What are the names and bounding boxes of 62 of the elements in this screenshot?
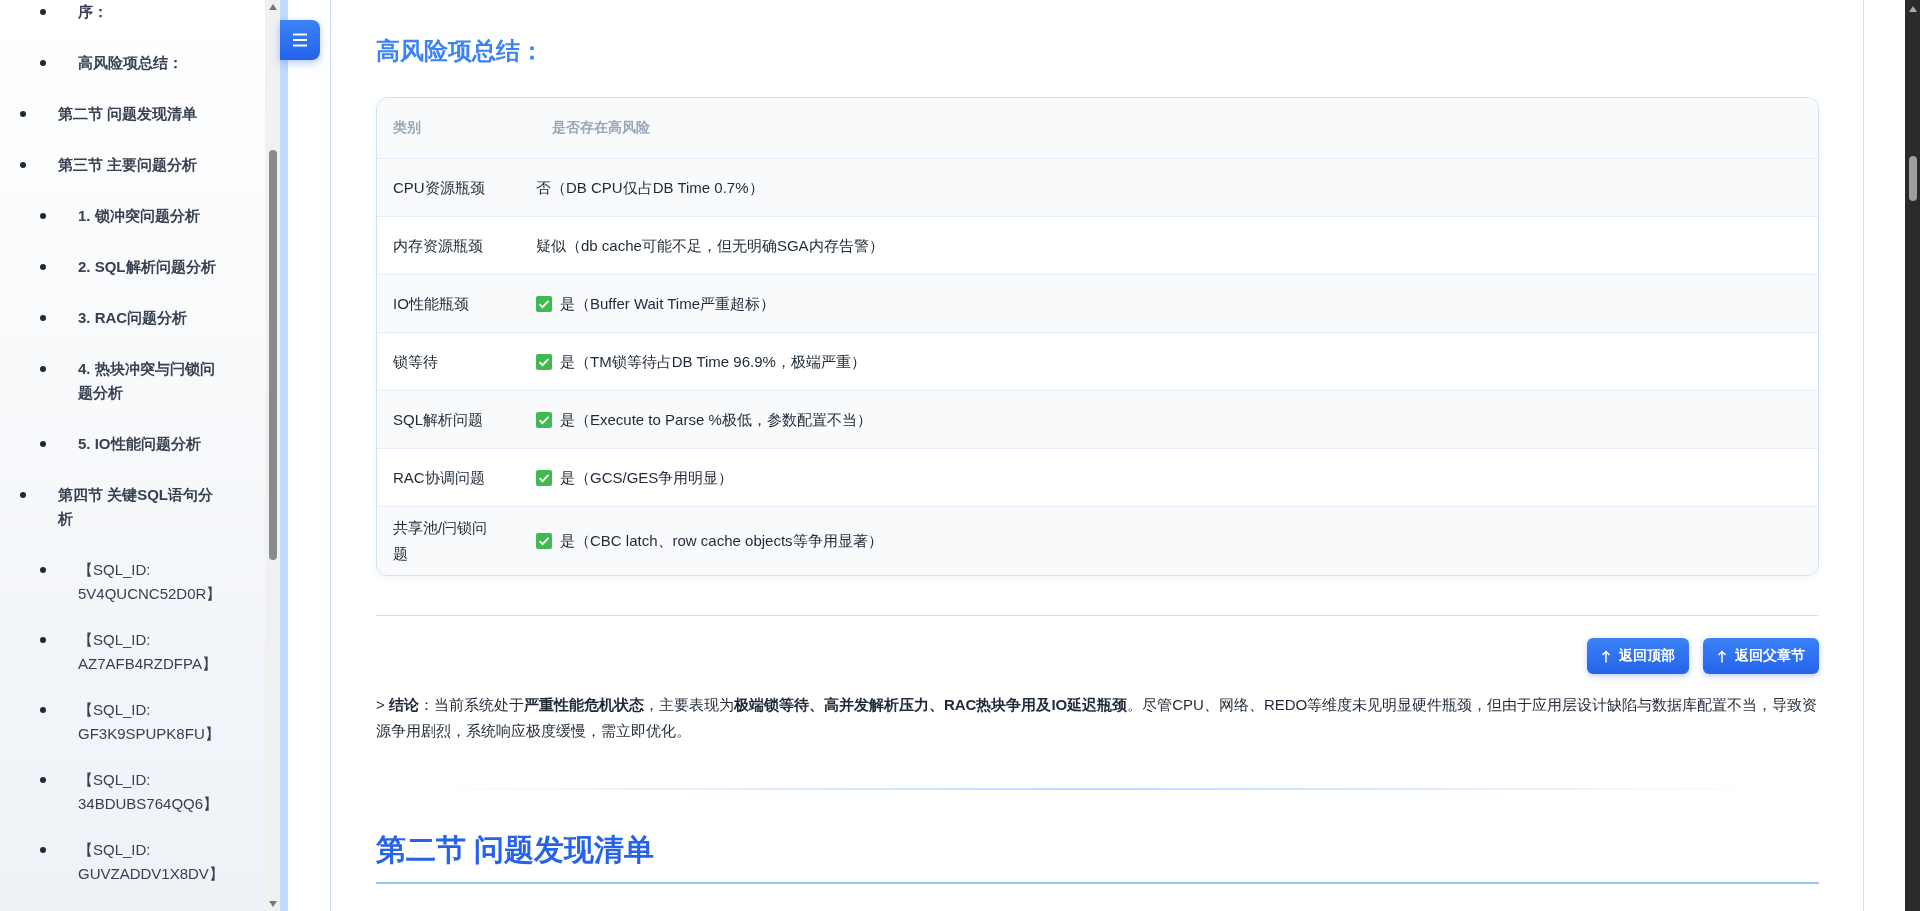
sidebar-link[interactable]: 序： bbox=[78, 0, 228, 24]
bullet-icon bbox=[20, 492, 26, 498]
menu-icon bbox=[292, 33, 308, 47]
table-cell-text: 否（DB CPU仅占DB Time 0.7%） bbox=[536, 177, 764, 198]
bullet-icon bbox=[40, 777, 46, 783]
sidebar-link[interactable]: 【SQL_ID: 5V4QUCNC52D0R】 bbox=[78, 558, 228, 606]
scroll-up-icon[interactable] bbox=[1908, 6, 1917, 12]
section-title: 第二节 问题发现清单 bbox=[376, 830, 1819, 884]
table-cell-text: 疑似（db cache可能不足，但无明确SGA内存告警） bbox=[536, 235, 884, 256]
bullet-icon bbox=[40, 315, 46, 321]
back-to-top-button[interactable]: 返回顶部 bbox=[1587, 638, 1689, 674]
column-header: 是否存在高风险 bbox=[551, 119, 651, 137]
table-cell-text: 内存资源瓶颈 bbox=[393, 235, 484, 256]
scrollbar[interactable] bbox=[265, 0, 280, 911]
table-cell-text: 是（Buffer Wait Time严重超标） bbox=[560, 293, 776, 314]
sidebar-link[interactable]: 2. SQL解析问题分析 bbox=[78, 255, 228, 279]
bullet-icon bbox=[40, 847, 46, 853]
menu-button[interactable] bbox=[280, 20, 320, 60]
bullet-icon bbox=[40, 637, 46, 643]
sidebar-link[interactable]: 4. 热块冲突与闩锁问题分析 bbox=[78, 357, 228, 405]
bullet-icon bbox=[40, 264, 46, 270]
sidebar-link[interactable]: 第三节 主要问题分析 bbox=[58, 153, 226, 177]
bullet-icon bbox=[40, 567, 46, 573]
table-cell-text: CPU资源瓶颈 bbox=[393, 177, 486, 198]
bullet-icon bbox=[40, 366, 46, 372]
table-cell-text: 是（Execute to Parse %极低，参数配置不当） bbox=[560, 409, 872, 430]
scrollbar-thumb[interactable] bbox=[1908, 156, 1917, 201]
sidebar-link[interactable]: 第四节 关键SQL语句分析 bbox=[58, 483, 226, 531]
sidebar-link[interactable]: 高风险项总结： bbox=[78, 51, 228, 75]
table-cell-text: RAC协调问题 bbox=[393, 467, 486, 488]
scroll-down-icon[interactable] bbox=[268, 901, 277, 907]
table-cell-text: 共享池/闩锁问题 bbox=[393, 518, 489, 564]
section-heading: 高风险项总结： bbox=[376, 36, 545, 66]
bullet-icon bbox=[40, 213, 46, 219]
sidebar-link[interactable]: 1. 锁冲突问题分析 bbox=[78, 204, 228, 228]
sidebar-link[interactable]: 第二节 问题发现清单 bbox=[58, 102, 226, 126]
page-scrollbar[interactable] bbox=[1905, 0, 1920, 911]
scrollbar-thumb[interactable] bbox=[268, 150, 277, 560]
sidebar-link[interactable]: 【SQL_ID: GF3K9SPUPK8FU】 bbox=[78, 698, 228, 746]
arrow-up-icon bbox=[1717, 649, 1727, 663]
arrow-up-icon bbox=[1601, 649, 1611, 663]
scroll-up-icon[interactable] bbox=[268, 4, 277, 10]
sidebar-link[interactable]: 【SQL_ID: AZ7AFB4RZDFPA】 bbox=[78, 628, 228, 676]
table-cell-text: 是（CBC latch、row cache objects等争用显著） bbox=[560, 531, 883, 551]
bullet-icon bbox=[20, 162, 26, 168]
conclusion-paragraph: > 结论：当前系统处于严重性能危机状态，主要表现为极端锁等待、高并发解析压力、RAC热块争用及IO延迟瓶颈。尽管CPU、网络、REDO等维度未见明显硬件瓶颈，但由于应用层设计缺陷与数据库配置不当，导致资源争用剧烈，系统响应极度缓慢，需立即优化。 bbox=[376, 695, 1819, 741]
table-cell-text: 是（GCS/GES争用明显） bbox=[560, 467, 734, 488]
bullet-icon bbox=[20, 111, 26, 117]
table-cell-text: 是（TM锁等待占DB Time 96.9%，极端严重） bbox=[560, 351, 866, 372]
table-cell-text: 锁等待 bbox=[393, 351, 439, 372]
bullet-icon bbox=[40, 441, 46, 447]
bullet-icon bbox=[40, 707, 46, 713]
sidebar-link[interactable]: 5. IO性能问题分析 bbox=[78, 432, 228, 456]
table-cell-text: SQL解析问题 bbox=[393, 409, 484, 430]
sidebar-link[interactable]: 3. RAC问题分析 bbox=[78, 306, 228, 330]
back-to-parent-button[interactable]: 返回父章节 bbox=[1703, 638, 1819, 674]
bullet-icon bbox=[40, 9, 46, 15]
column-header: 类别 bbox=[392, 119, 422, 137]
bullet-icon bbox=[40, 60, 46, 66]
table-cell-text: IO性能瓶颈 bbox=[393, 293, 470, 314]
sidebar-link[interactable]: 【SQL_ID: 34BDUBS764QQ6】 bbox=[78, 768, 228, 816]
sidebar-link[interactable]: 【SQL_ID: GUVZADDV1X8DV】 bbox=[78, 838, 228, 886]
